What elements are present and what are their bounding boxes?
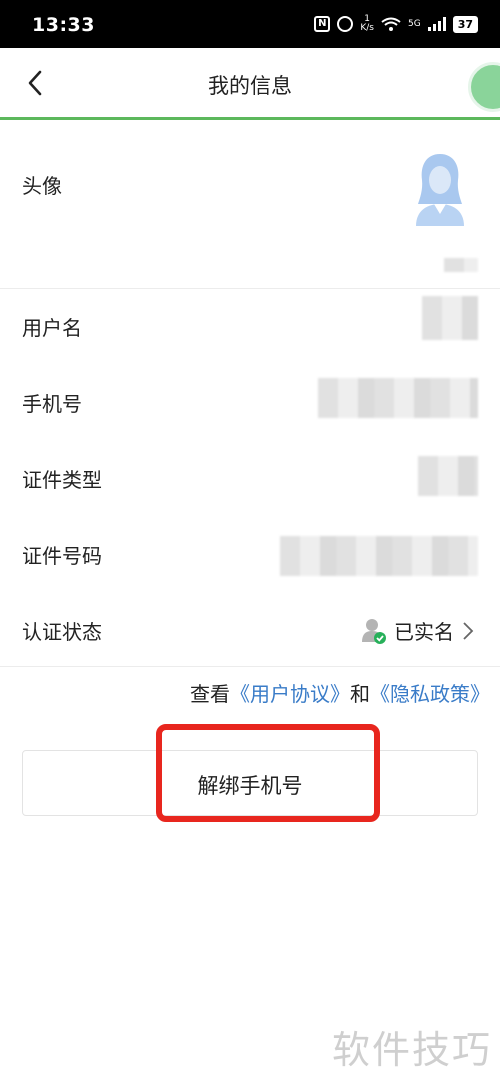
phone-label: 手机号 — [22, 392, 82, 416]
verified-user-icon — [362, 618, 386, 644]
avatar-label: 头像 — [22, 174, 62, 198]
alarm-icon — [337, 16, 354, 32]
chevron-right-icon — [463, 621, 474, 640]
status-time: 13:33 — [32, 14, 95, 36]
agreement-prefix: 查看 — [190, 682, 230, 706]
nav-bar: 我的信息 — [0, 48, 500, 120]
network-speed-unit: K/s — [360, 23, 374, 33]
divider — [0, 288, 500, 289]
network-type: 5G — [407, 18, 421, 29]
agreement-and: 和 — [350, 682, 370, 706]
id-number-label: 证件号码 — [22, 544, 102, 568]
blurred-avatar-note — [444, 258, 478, 272]
unbind-phone-button[interactable]: 解绑手机号 — [22, 750, 478, 816]
verify-status-value[interactable]: 已实名 — [362, 616, 474, 645]
agreement-line: 查看《用户协议》和《隐私政策》 — [190, 678, 490, 707]
page-title: 我的信息 — [208, 74, 292, 98]
signal-icon — [427, 17, 446, 31]
divider — [0, 666, 500, 667]
verify-status-text: 已实名 — [394, 620, 454, 644]
nfc-icon: N — [314, 16, 331, 32]
username-value-masked — [422, 296, 478, 340]
unbind-phone-label: 解绑手机号 — [197, 774, 303, 798]
battery-icon: 37 — [452, 15, 478, 33]
id-number-value-masked — [280, 536, 478, 576]
watermark: 软件技巧 — [331, 1028, 492, 1072]
network-speed: 1 K/s — [360, 15, 374, 33]
user-agreement-link[interactable]: 《用户协议》 — [230, 682, 350, 706]
wifi-icon — [381, 17, 401, 31]
username-label: 用户名 — [22, 316, 82, 340]
verify-status-label: 认证状态 — [22, 620, 102, 644]
avatar[interactable] — [412, 150, 468, 226]
status-icons: N 1 K/s 5G 37 — [314, 15, 478, 33]
privacy-policy-link[interactable]: 《隐私政策》 — [370, 682, 490, 706]
status-bar: 13:33 N 1 K/s 5G 37 — [0, 0, 500, 48]
id-type-label: 证件类型 — [22, 468, 102, 492]
phone-value-masked — [318, 378, 478, 418]
id-type-value-masked — [418, 456, 478, 496]
